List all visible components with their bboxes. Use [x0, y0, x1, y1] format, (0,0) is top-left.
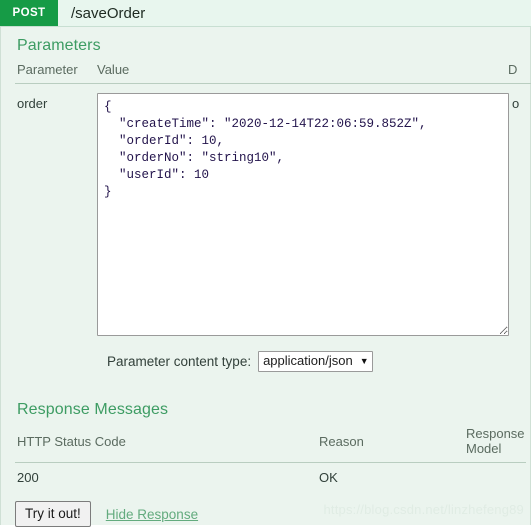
parameter-content-type-value: application/json	[263, 353, 353, 368]
column-header-reason: Reason	[317, 426, 464, 463]
response-messages-table: HTTP Status Code Reason Response Model 2…	[15, 426, 526, 485]
response-model	[464, 463, 526, 486]
http-method-badge: POST	[0, 0, 58, 26]
response-messages-section: Response Messages HTTP Status Code Reaso…	[15, 391, 526, 485]
table-row: 200 OK	[15, 463, 526, 486]
order-json-input[interactable]	[97, 93, 509, 336]
parameters-heading: Parameters	[17, 37, 101, 54]
operation-footer: Try it out! Hide Response	[15, 501, 516, 527]
parameter-content-type-row: Parameter content type: application/json…	[15, 351, 516, 372]
table-row: order o	[15, 84, 531, 340]
column-header-response-model: Response Model	[464, 426, 526, 463]
parameter-content-type-select[interactable]: application/json ▼	[258, 351, 373, 372]
response-reason: OK	[319, 470, 338, 485]
column-header-value: Value	[95, 62, 506, 84]
response-status-code: 200	[17, 470, 39, 485]
operation-header[interactable]: POST /saveOrder	[0, 0, 531, 27]
column-header-http-status-code: HTTP Status Code	[15, 426, 317, 463]
operation-body: Parameters Parameter Value D order o Par…	[0, 27, 531, 527]
response-messages-heading: Response Messages	[17, 401, 169, 418]
parameter-value-cell	[95, 84, 509, 340]
parameters-header-row: Parameter Value D	[15, 62, 531, 84]
response-header-row: HTTP Status Code Reason Response Model	[15, 426, 526, 463]
parameter-name-order: order	[17, 96, 48, 111]
parameter-description-order: o	[512, 96, 520, 111]
column-header-parameter: Parameter	[15, 62, 95, 84]
operation-path: /saveOrder	[71, 4, 146, 22]
parameters-table: Parameter Value D order o	[15, 62, 531, 339]
parameter-content-type-label: Parameter content type:	[107, 354, 252, 369]
hide-response-link[interactable]: Hide Response	[106, 507, 198, 522]
column-header-description: D	[506, 62, 531, 84]
chevron-down-icon: ▼	[359, 355, 369, 366]
try-it-out-button[interactable]: Try it out!	[15, 501, 91, 527]
